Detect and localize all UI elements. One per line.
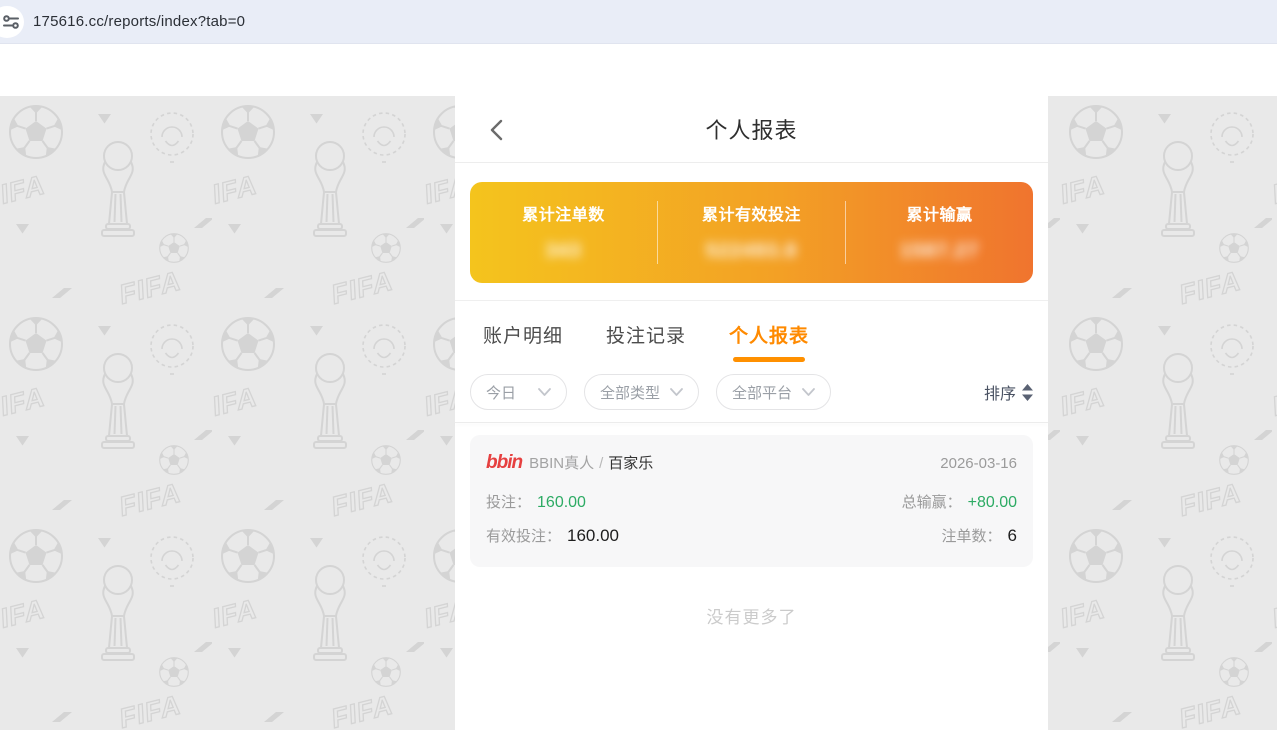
summary-label: 累计输赢 (906, 207, 973, 224)
tab-bet-records[interactable]: 投注记录 (606, 321, 686, 362)
valid-bet-value: 160.00 (567, 526, 620, 545)
summary-label: 累计注单数 (522, 207, 605, 224)
tab-bar: 账户明细 投注记录 个人报表 (455, 301, 1048, 362)
report-panel: 个人报表 累计注单数 343 累计有效投注 522493.8 累计输赢 1587… (455, 96, 1048, 730)
record-separator: / (599, 455, 604, 472)
win-value: +80.00 (967, 494, 1017, 511)
summary-value-masked: 343 (545, 240, 582, 262)
browser-url-bar[interactable]: 175616.cc/reports/index?tab=0 (0, 0, 1277, 44)
valid-bet-label: 有效投注： (486, 528, 562, 545)
chevron-down-icon (670, 388, 683, 396)
page-title: 个人报表 (705, 118, 798, 143)
back-chevron-icon (490, 119, 502, 141)
bet-value: 160.00 (537, 494, 586, 511)
count-value: 6 (1007, 526, 1017, 545)
count-label: 注单数： (941, 528, 1002, 545)
tab-active-underline (733, 357, 806, 362)
sort-icon (1022, 383, 1033, 401)
chevron-down-icon (802, 388, 815, 396)
type-filter-dropdown[interactable]: 全部类型 (584, 374, 700, 410)
record-row: 有效投注： 160.00 注单数： 6 (486, 525, 1017, 546)
report-list-item[interactable]: bbin BBIN真人 / 百家乐 2026-03-16 投注： 160.00 … (470, 435, 1033, 567)
platform-filter-dropdown[interactable]: 全部平台 (716, 374, 832, 410)
no-more-text: 没有更多了 (706, 608, 797, 627)
chevron-down-icon (538, 388, 551, 396)
date-filter-dropdown[interactable]: 今日 (470, 374, 568, 410)
summary-total-bets: 累计注单数 343 (470, 182, 657, 283)
tab-underline (610, 357, 682, 362)
bet-label: 投注： (486, 494, 532, 511)
record-game: 百家乐 (608, 455, 654, 472)
summary-win-loss: 累计输赢 1587.27 (846, 182, 1033, 283)
tab-account-detail[interactable]: 账户明细 (483, 321, 563, 362)
bbin-logo: bbin (486, 452, 523, 473)
tab-underline (487, 357, 559, 362)
back-button[interactable] (481, 115, 511, 145)
summary-card: 累计注单数 343 累计有效投注 522493.8 累计输赢 1587.27 (470, 182, 1033, 283)
record-row: 投注： 160.00 总输赢： +80.00 (486, 491, 1017, 512)
page-header: 个人报表 (455, 96, 1048, 163)
site-settings-icon[interactable] (0, 6, 24, 38)
win-label: 总输赢： (901, 494, 962, 511)
summary-value-masked: 1587.27 (899, 240, 980, 262)
summary-value-masked: 522493.8 (705, 240, 798, 262)
tune-icon (3, 15, 19, 29)
summary-label: 累计有效投注 (701, 207, 801, 224)
filter-bar: 今日 全部类型 全部平台 排序 (470, 374, 1033, 410)
summary-valid-bets: 累计有效投注 522493.8 (658, 182, 845, 283)
tab-personal-report[interactable]: 个人报表 (729, 321, 809, 362)
report-list: bbin BBIN真人 / 百家乐 2026-03-16 投注： 160.00 … (455, 423, 1048, 628)
record-provider: BBIN真人 (529, 455, 595, 472)
record-date: 2026-03-16 (940, 455, 1017, 472)
url-text[interactable]: 175616.cc/reports/index?tab=0 (33, 13, 245, 30)
page-stage: FIFA (0, 44, 1277, 730)
sort-control[interactable]: 排序 (984, 380, 1033, 404)
record-header: bbin BBIN真人 / 百家乐 2026-03-16 (486, 452, 1017, 474)
